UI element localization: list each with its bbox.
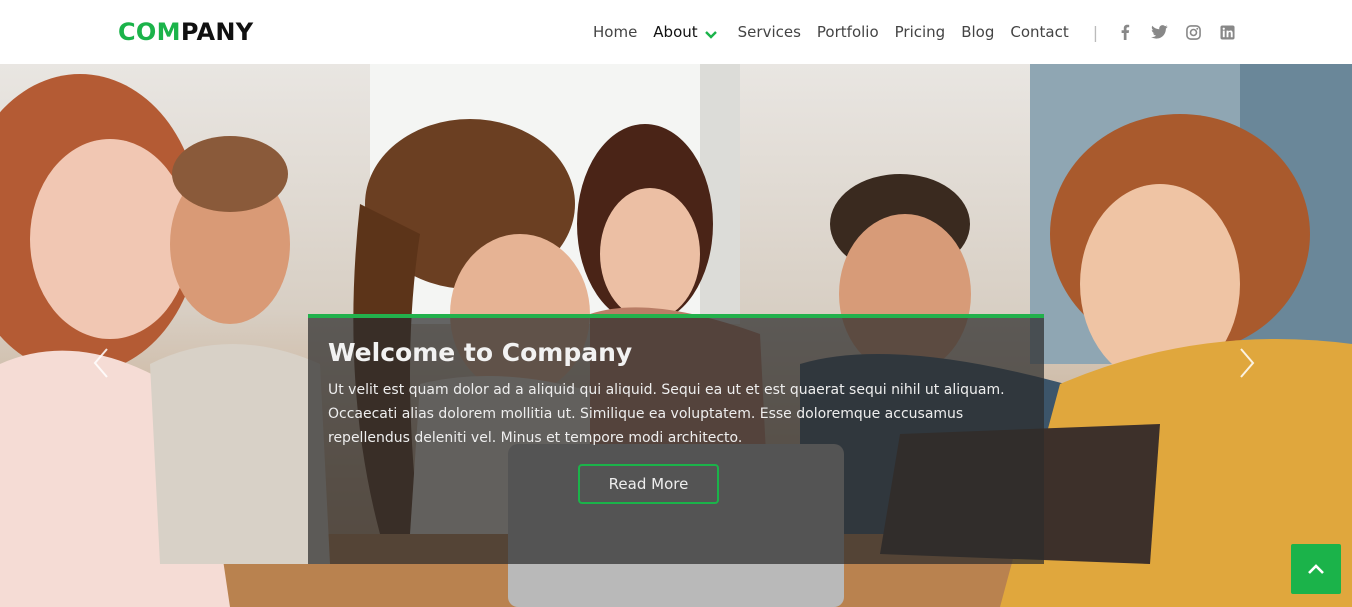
nav-portfolio[interactable]: Portfolio bbox=[817, 23, 879, 41]
logo[interactable]: COMPANY bbox=[118, 18, 253, 46]
nav-about[interactable]: About bbox=[653, 23, 717, 41]
instagram-icon[interactable] bbox=[1184, 23, 1202, 41]
nav-about-label: About bbox=[653, 23, 698, 41]
hero-text: Ut velit est quam dolor ad a aliquid qui… bbox=[328, 382, 1005, 446]
chevron-down-icon bbox=[704, 26, 718, 39]
chevron-left-icon[interactable] bbox=[92, 347, 110, 383]
back-to-top-button[interactable] bbox=[1291, 544, 1341, 594]
logo-accent: COM bbox=[118, 18, 181, 46]
logo-rest: PANY bbox=[180, 18, 254, 46]
site-header: COMPANY Home About Services Portfolio Pr… bbox=[0, 0, 1352, 64]
twitter-icon[interactable] bbox=[1150, 23, 1168, 41]
nav-pricing[interactable]: Pricing bbox=[895, 23, 946, 41]
main-nav: Home About Services Portfolio Pricing Bl… bbox=[593, 22, 1252, 42]
nav-contact[interactable]: Contact bbox=[1010, 23, 1068, 41]
hero-title: Welcome to Company bbox=[328, 338, 633, 367]
facebook-icon[interactable] bbox=[1116, 23, 1134, 41]
linkedin-icon[interactable] bbox=[1218, 23, 1236, 41]
nav-services[interactable]: Services bbox=[738, 23, 801, 41]
read-more-button[interactable]: Read More bbox=[578, 464, 719, 504]
hero-slider: Welcome to Company Ut velit est quam dol… bbox=[0, 64, 1352, 607]
nav-separator: | bbox=[1092, 22, 1099, 42]
chevron-up-icon bbox=[1307, 560, 1325, 579]
hero-caption-box: Welcome to Company Ut velit est quam dol… bbox=[308, 314, 1044, 564]
nav-home[interactable]: Home bbox=[593, 23, 637, 41]
nav-blog[interactable]: Blog bbox=[961, 23, 994, 41]
chevron-right-icon[interactable] bbox=[1238, 347, 1256, 383]
social-links bbox=[1116, 23, 1252, 41]
